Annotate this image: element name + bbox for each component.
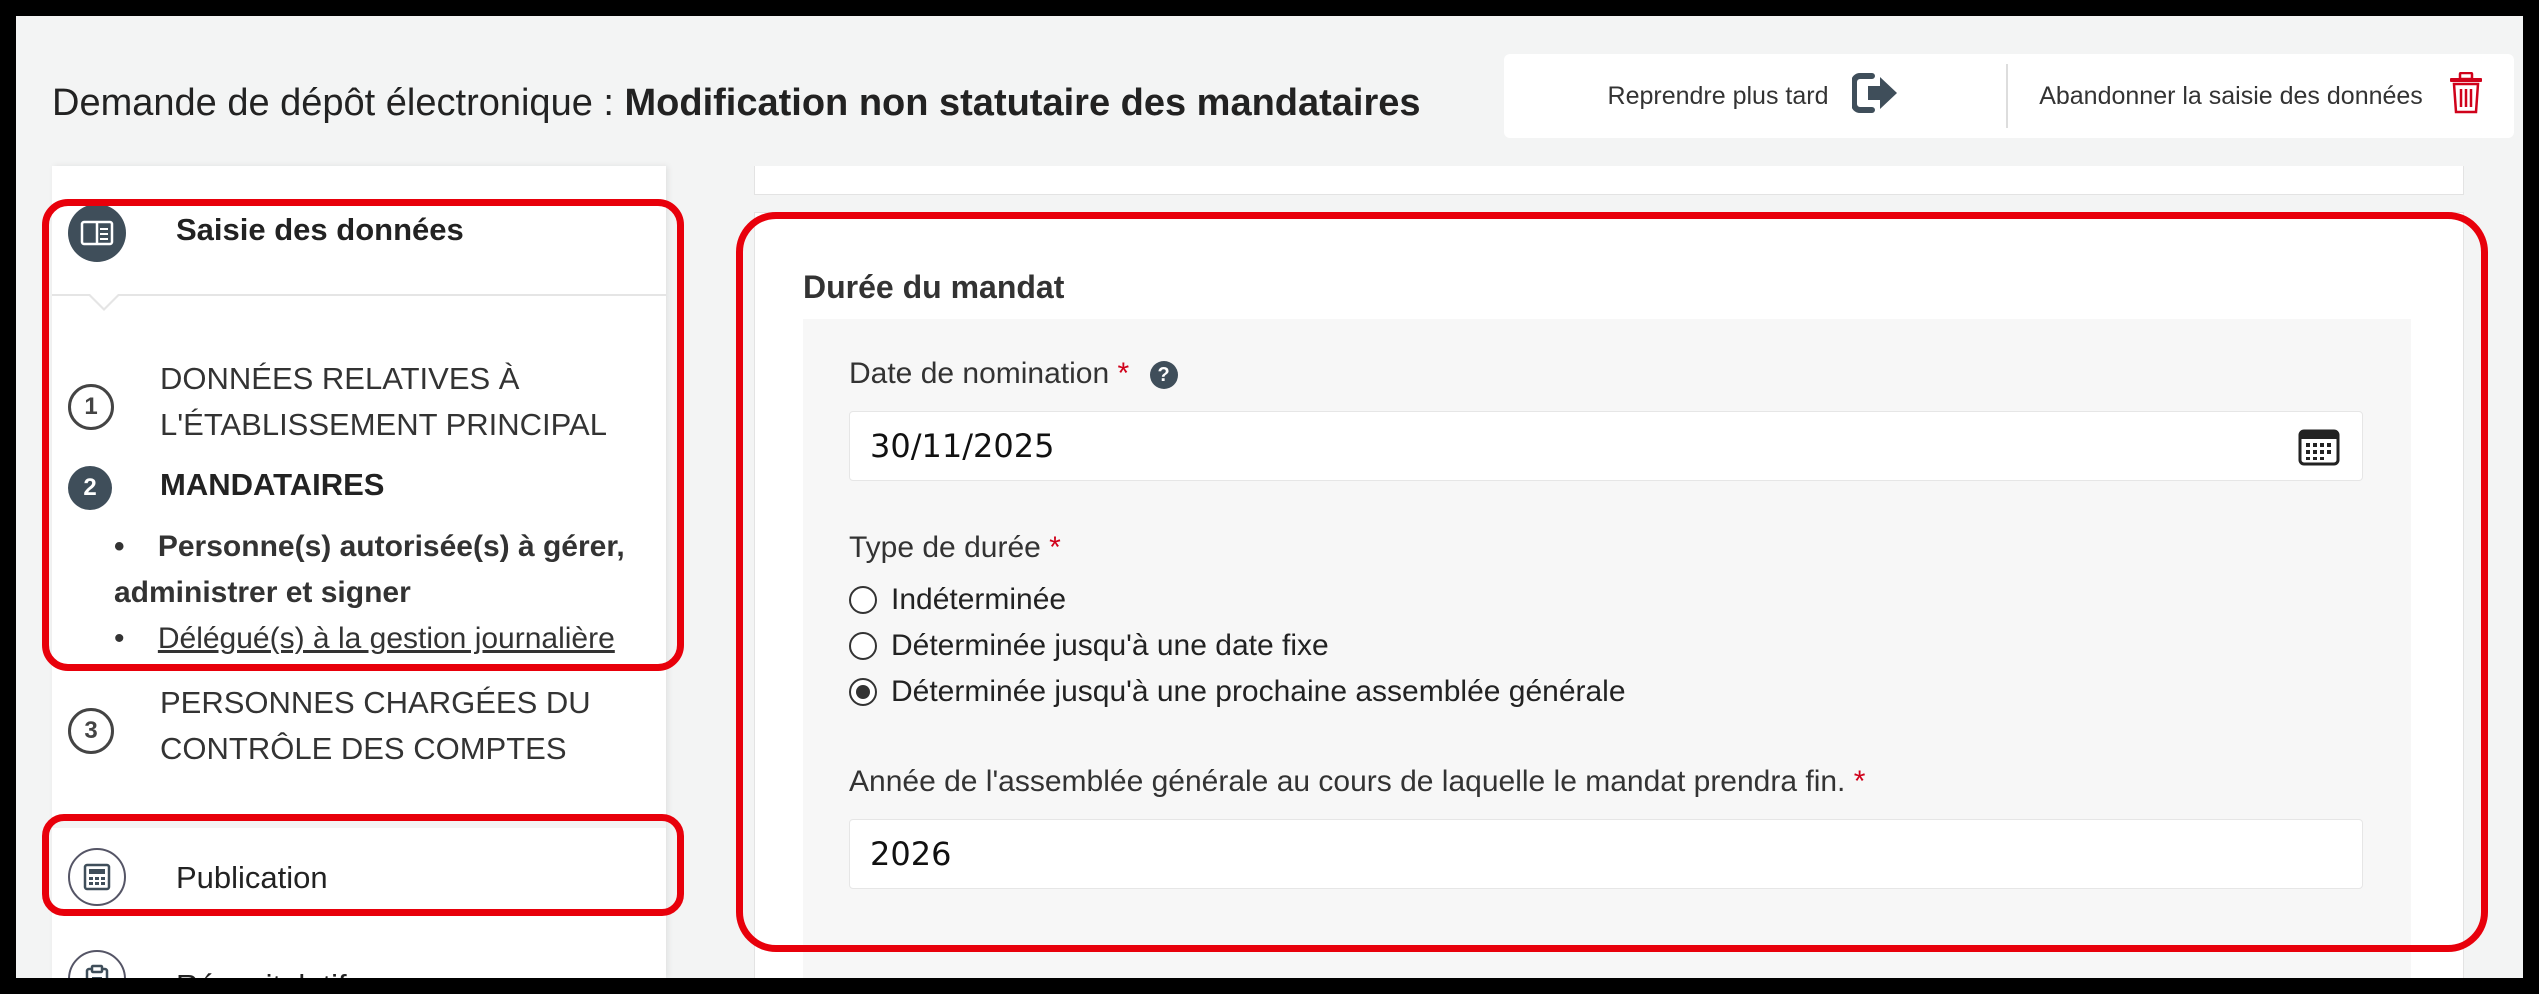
book-icon bbox=[68, 204, 126, 262]
radio-button[interactable] bbox=[849, 586, 877, 614]
sub-item-label: Personne(s) autorisée(s) à gérer, admini… bbox=[114, 530, 625, 609]
date-input[interactable]: 30/11/2025 bbox=[849, 411, 2363, 481]
date-label: Date de nomination * ? bbox=[849, 357, 1178, 391]
step-item-3[interactable]: 3 PERSONNES CHARGÉES DU CONTRÔLE DES COM… bbox=[52, 680, 666, 780]
card-title: Durée du mandat bbox=[803, 269, 1065, 305]
page-title-main: Modification non statutaire des mandatai… bbox=[624, 82, 1421, 124]
required-marker: * bbox=[1049, 531, 1061, 564]
page-title: Demande de dépôt électronique : Modifica… bbox=[52, 82, 1421, 125]
radio-assemblee[interactable]: Déterminée jusqu'à une prochaine assembl… bbox=[849, 675, 1626, 709]
app-window: Demande de dépôt électronique : Modifica… bbox=[16, 16, 2523, 978]
calendar-icon[interactable] bbox=[2298, 426, 2340, 474]
year-label: Année de l'assemblée générale au cours d… bbox=[849, 765, 1865, 799]
date-value: 30/11/2025 bbox=[870, 427, 1055, 465]
clipboard-icon bbox=[68, 950, 126, 978]
required-marker: * bbox=[1853, 765, 1866, 798]
step-label: DONNÉES RELATIVES À L'ÉTABLISSEMENT PRIN… bbox=[160, 361, 607, 442]
radio-indeterminee[interactable]: Indéterminée bbox=[849, 583, 1066, 617]
recap-label: Récapitulatif bbox=[176, 968, 347, 978]
sub-item-personnes[interactable]: • Personne(s) autorisée(s) à gérer, admi… bbox=[114, 524, 654, 616]
type-label: Type de durée * bbox=[849, 531, 1061, 565]
year-label-text: Année de l'assemblée générale au cours d… bbox=[849, 765, 1846, 798]
step-item-2[interactable]: 2 MANDATAIRES bbox=[52, 462, 666, 514]
type-label-text: Type de durée bbox=[849, 531, 1041, 564]
sub-item-delegues[interactable]: • Délégué(s) à la gestion journalière bbox=[114, 616, 654, 662]
section-header-publication[interactable]: Publication bbox=[52, 828, 666, 928]
year-input[interactable]: 2026 bbox=[849, 819, 2363, 889]
step-label: PERSONNES CHARGÉES DU CONTRÔLE DES COMPT… bbox=[160, 685, 591, 766]
resume-later-button[interactable]: Reprendre plus tard bbox=[1504, 54, 2004, 138]
publication-label: Publication bbox=[176, 860, 328, 895]
section-divider bbox=[52, 294, 666, 296]
abandon-label: Abandonner la saisie des données bbox=[2039, 81, 2423, 110]
abandon-button[interactable]: Abandonner la saisie des données bbox=[2008, 54, 2514, 138]
sub-item-link[interactable]: Délégué(s) à la gestion journalière bbox=[158, 622, 615, 655]
step-number: 2 bbox=[68, 466, 112, 510]
section-header-recap[interactable]: Récapitulatif bbox=[52, 940, 666, 978]
previous-card-bottom bbox=[754, 166, 2464, 195]
step-label: MANDATAIRES bbox=[160, 467, 385, 502]
resume-later-label: Reprendre plus tard bbox=[1607, 81, 1829, 110]
radio-dot bbox=[856, 685, 870, 699]
step-number: 3 bbox=[68, 708, 114, 754]
duree-mandat-card: Durée du mandat Date de nomination * ? 3… bbox=[754, 212, 2464, 978]
step-number: 1 bbox=[68, 384, 114, 430]
sign-out-arrow-icon bbox=[1851, 72, 1900, 121]
bullet: • bbox=[114, 530, 125, 563]
step-item-1[interactable]: 1 DONNÉES RELATIVES À L'ÉTABLISSEMENT PR… bbox=[52, 354, 666, 454]
newspaper-icon bbox=[68, 848, 126, 906]
date-label-text: Date de nomination bbox=[849, 357, 1110, 390]
radio-date-fixe[interactable]: Déterminée jusqu'à une date fixe bbox=[849, 629, 1329, 663]
year-value: 2026 bbox=[870, 835, 952, 873]
sidebar: Saisie des données 1 DONNÉES RELATIVES À… bbox=[52, 166, 666, 978]
section-title: Saisie des données bbox=[176, 212, 464, 247]
bullet: • bbox=[114, 622, 125, 655]
section-header-saisie[interactable]: Saisie des données bbox=[52, 166, 666, 296]
help-icon[interactable]: ? bbox=[1149, 361, 1178, 390]
required-marker: * bbox=[1117, 357, 1130, 390]
radio-button[interactable] bbox=[849, 632, 877, 660]
page-title-prefix: Demande de dépôt électronique : bbox=[52, 82, 625, 124]
radio-label: Indéterminée bbox=[891, 583, 1067, 616]
form-panel: Date de nomination * ? 30/11/2025 Type d… bbox=[803, 319, 2411, 978]
radio-button-selected[interactable] bbox=[849, 678, 877, 706]
radio-label: Déterminée jusqu'à une prochaine assembl… bbox=[891, 675, 1626, 708]
trash-icon bbox=[2449, 71, 2483, 121]
radio-label: Déterminée jusqu'à une date fixe bbox=[891, 629, 1329, 662]
header-actions: Reprendre plus tard Abandonner la saisie… bbox=[1504, 54, 2514, 138]
